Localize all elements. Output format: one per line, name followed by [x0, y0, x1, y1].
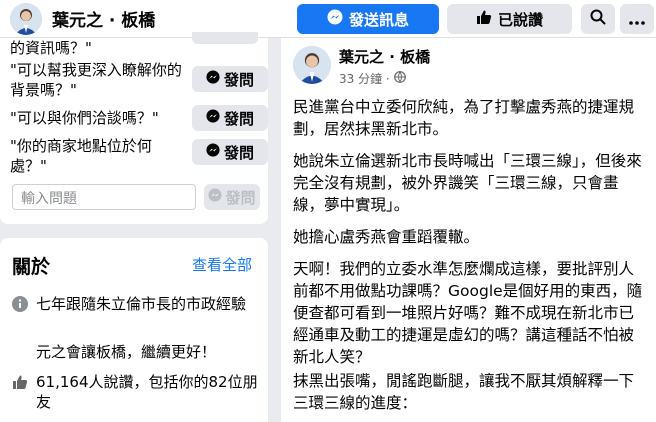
ask-submit-label: 發問 — [225, 188, 256, 207]
post-paragraph: 抹黑出張嘴，閒謠跑斷腿，讓我不厭其煩解釋一下三環三線的進度： — [293, 372, 635, 412]
ask-button[interactable]: 發問 — [192, 105, 268, 131]
post-time[interactable]: 33 分鐘 · — [339, 70, 390, 87]
send-message-button[interactable]: 發送訊息 — [297, 4, 439, 34]
ask-label: 發問 — [223, 143, 254, 162]
liked-button[interactable]: 已說讚 — [447, 4, 572, 34]
questions-card: 的資訊嗎？" "可以幫我更深入瞭解你的背景嗎？" 發問 "可以與你們洽談嗎？" … — [0, 32, 268, 224]
ask-label: 發問 — [223, 70, 254, 89]
search-icon — [590, 9, 606, 29]
search-button[interactable] — [581, 4, 615, 34]
question-text: "可以幫我更深入瞭解你的背景嗎？" — [10, 61, 182, 99]
question-text: "你的商家地點位於何處？" — [10, 137, 152, 175]
more-button[interactable] — [620, 4, 654, 34]
about-intro-line1: 七年跟隨朱立倫市長的市政經驗 — [36, 295, 247, 313]
post-paragraph: 她擔心盧秀燕會重蹈覆轍。 — [293, 228, 480, 246]
question-input[interactable]: 輸入問題 — [12, 184, 196, 210]
about-intro-line2: 元之會讓板橋，繼續更好！ — [36, 343, 217, 361]
messenger-icon — [206, 70, 220, 88]
post-paragraph: 她說朱立倫選新北市長時喊出「三環三線」，但後來完全沒有規劃，被外界譏笑「三環三線… — [293, 152, 642, 214]
ask-button-partial[interactable] — [192, 32, 258, 44]
messenger-icon — [206, 143, 220, 161]
about-title: 關於 — [12, 256, 51, 278]
question-text: "可以與你們洽談嗎？" — [10, 109, 159, 127]
post-card: 葉元之 · 板橋 33 分鐘 · 民進黨台中立委何欣純，為了打擊盧秀燕的捷運規劃… — [281, 38, 656, 422]
post-paragraph: 民進黨台中立委何欣純，為了打擊盧秀燕的捷運規劃，居然抹黑新北市。 — [293, 98, 635, 138]
ask-button[interactable]: 發問 — [192, 66, 268, 92]
thumbs-up-icon — [12, 374, 28, 390]
post-author-avatar[interactable] — [293, 46, 331, 84]
send-message-label: 發送訊息 — [348, 10, 409, 29]
page-header: 葉元之 · 板橋 發送訊息 已說讚 — [0, 0, 656, 38]
ask-button[interactable]: 發問 — [192, 139, 268, 165]
post-meta: 33 分鐘 · — [339, 70, 406, 87]
likes-count-text: 61,164人說讚，包括你的82位朋友 — [36, 373, 258, 411]
globe-icon — [393, 71, 406, 86]
info-icon — [12, 296, 28, 312]
see-all-link[interactable]: 查看全部 — [192, 254, 252, 275]
more-icon — [629, 10, 645, 29]
liked-label: 已說讚 — [497, 10, 543, 29]
post-paragraph: 天啊！我們的立委水準怎麼爛成這樣，要批評別人前都不用做點功課嗎？Google是個… — [293, 260, 643, 366]
thumbs-up-icon — [476, 9, 492, 29]
ask-submit-button[interactable]: 發問 — [204, 184, 260, 210]
page-avatar[interactable] — [10, 3, 42, 35]
question-text: 的資訊嗎？" — [10, 39, 92, 57]
page-title[interactable]: 葉元之 · 板橋 — [52, 6, 155, 31]
messenger-icon — [208, 188, 223, 206]
about-card: 關於 查看全部 七年跟隨朱立倫市長的市政經驗 元之會讓板橋，繼續更好！ 61,1… — [0, 238, 268, 422]
messenger-icon — [206, 109, 220, 127]
post-author-name[interactable]: 葉元之 · 板橋 — [339, 46, 430, 67]
messenger-icon — [327, 9, 343, 29]
ask-label: 發問 — [223, 109, 254, 128]
